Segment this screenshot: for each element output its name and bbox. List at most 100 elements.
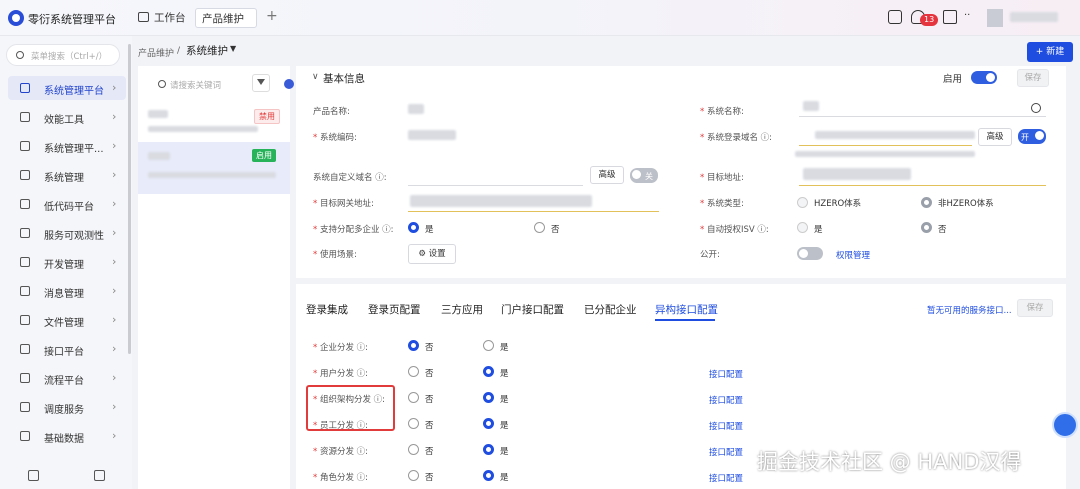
menu-icon	[20, 257, 30, 267]
sidebar-scrollbar[interactable]	[128, 44, 131, 354]
multi-tenant-no-radio[interactable]	[534, 222, 545, 233]
distribution-yes-label: 是	[500, 473, 509, 483]
interface-config-link[interactable]: 接口配置	[709, 368, 743, 380]
distribution-yes-radio[interactable]	[483, 418, 494, 429]
list-item[interactable]: 禁用	[138, 104, 290, 138]
public-toggle[interactable]	[797, 247, 823, 260]
collapse-panel-icon[interactable]	[284, 79, 294, 89]
list-item[interactable]: 启用	[138, 142, 290, 194]
breadcrumb-parent[interactable]: 产品维护	[138, 46, 174, 59]
system-name-value	[803, 101, 819, 111]
distribution-label: * 用户分发 ⓘ:	[313, 369, 369, 379]
tab-assigned-enterprise[interactable]: 已分配企业	[584, 302, 637, 317]
tab-login-integration[interactable]: 登录集成	[306, 302, 348, 317]
tab-login-page[interactable]: 登录页配置	[368, 302, 421, 317]
distribution-no-radio[interactable]	[408, 418, 419, 429]
interface-config-link[interactable]: 接口配置	[709, 472, 743, 484]
distribution-yes-radio[interactable]	[483, 392, 494, 403]
menu-icon	[20, 315, 30, 325]
theme-icon[interactable]	[943, 10, 957, 24]
login-domain-hint	[795, 151, 975, 157]
sidebar-item-low-code[interactable]: 低代码平台 ›	[8, 192, 126, 216]
config-save-button[interactable]: 保存	[1017, 299, 1053, 317]
sidebar-item-system-platform[interactable]: 系统管理平台 ›	[8, 76, 126, 100]
distribution-no-radio[interactable]	[408, 470, 419, 481]
login-domain-value	[815, 131, 975, 139]
distribution-yes-radio[interactable]	[483, 366, 494, 377]
custom-domain-input[interactable]	[408, 185, 583, 186]
filter-icon[interactable]	[252, 74, 270, 92]
list-search-input[interactable]: 请搜索关键词	[152, 74, 252, 94]
system-name-input[interactable]	[799, 116, 1046, 117]
system-type-hzero-radio[interactable]	[797, 197, 808, 208]
distribution-no-radio[interactable]	[408, 340, 419, 351]
login-domain-input[interactable]	[799, 145, 972, 146]
advanced-button[interactable]: 高级	[978, 128, 1012, 146]
document-icon[interactable]	[94, 470, 105, 481]
add-tab-icon[interactable]: +	[266, 8, 278, 24]
breadcrumb-current[interactable]: 系统维护	[186, 43, 228, 58]
sidebar-item-dev-management[interactable]: 开发管理 ›	[8, 250, 126, 274]
active-tab-indicator	[655, 319, 715, 321]
auto-isv-no-radio[interactable]	[921, 222, 932, 233]
permission-link[interactable]: 权限管理	[836, 249, 870, 261]
sidebar-item-interface[interactable]: 接口平台 ›	[8, 337, 126, 361]
auto-isv-yes-radio[interactable]	[797, 222, 808, 233]
chevron-down-icon[interactable]: ∨	[312, 72, 319, 82]
settings-button[interactable]: ⚙ 设置	[408, 244, 456, 264]
system-code-value	[408, 130, 456, 140]
caret-down-icon[interactable]: ▼	[230, 44, 236, 53]
multi-tenant-no-label: 否	[551, 225, 560, 235]
sidebar-item-base-data[interactable]: 基础数据 ›	[8, 424, 126, 448]
distribution-yes-label: 是	[500, 395, 509, 405]
tab-third-party[interactable]: 三方应用	[441, 302, 483, 317]
interface-config-link[interactable]: 接口配置	[709, 420, 743, 432]
home-icon[interactable]	[888, 10, 902, 24]
distribution-yes-radio[interactable]	[483, 340, 494, 351]
sidebar-item-observability[interactable]: 服务可观测性 ›	[8, 221, 126, 245]
sidebar-item-message[interactable]: 消息管理 ›	[8, 279, 126, 303]
multi-tenant-yes-label: 是	[425, 225, 434, 235]
tab-product-maintenance[interactable]: 产品维护	[195, 8, 257, 28]
more-icon[interactable]: ··	[964, 10, 970, 21]
tab-portal-interface[interactable]: 门户接口配置	[501, 302, 564, 317]
product-name-value	[408, 104, 424, 114]
sidebar-item-system-platform-2[interactable]: 系统管理平... ›	[8, 134, 126, 158]
chevron-right-icon: ›	[112, 139, 117, 152]
sidebar-item-workflow[interactable]: 流程平台 ›	[8, 366, 126, 390]
gateway-url-input[interactable]	[408, 211, 659, 212]
distribution-yes-radio[interactable]	[483, 444, 494, 455]
tab-heterogeneous-interface[interactable]: 异构接口配置	[655, 302, 718, 317]
custom-domain-advanced-button[interactable]: 高级	[590, 166, 624, 184]
sidebar-item-efficiency[interactable]: 效能工具 ›	[8, 105, 126, 129]
help-button-icon[interactable]	[1052, 412, 1078, 438]
distribution-yes-radio[interactable]	[483, 470, 494, 481]
distribution-no-radio[interactable]	[408, 366, 419, 377]
enable-toggle[interactable]	[971, 71, 997, 84]
sidebar-item-label: 调度服务	[44, 405, 84, 416]
tab-workbench[interactable]: 工作台	[154, 8, 186, 28]
target-url-input[interactable]	[799, 185, 1046, 186]
sidebar-item-file[interactable]: 文件管理 ›	[8, 308, 126, 332]
basic-info-title: 基本信息	[323, 73, 365, 85]
distribution-no-radio[interactable]	[408, 444, 419, 455]
unavailable-services-link[interactable]: 暂无可用的服务接口...	[927, 304, 1012, 316]
interface-config-link[interactable]: 接口配置	[709, 394, 743, 406]
system-type-non-hzero-radio[interactable]	[921, 197, 932, 208]
multi-tenant-yes-radio[interactable]	[408, 222, 419, 233]
custom-domain-toggle[interactable]	[630, 168, 658, 183]
interface-config-link[interactable]: 接口配置	[709, 446, 743, 458]
collapse-menu-icon[interactable]	[28, 470, 39, 481]
save-button[interactable]: 保存	[1017, 69, 1049, 87]
sidebar-item-scheduler[interactable]: 调度服务 ›	[8, 395, 126, 419]
menu-search-input[interactable]: 菜单搜索（Ctrl+/）	[6, 44, 120, 66]
sidebar-item-system-management[interactable]: 系统管理 ›	[8, 163, 126, 187]
distribution-no-radio[interactable]	[408, 392, 419, 403]
target-url-value	[803, 168, 911, 180]
avatar[interactable]	[987, 9, 1003, 27]
enable-label: 启用	[943, 74, 963, 85]
sidebar-item-label: 服务可观测性	[44, 231, 104, 242]
new-button[interactable]: + 新建	[1027, 42, 1073, 62]
globe-icon[interactable]	[1031, 103, 1041, 113]
chevron-right-icon: ›	[112, 81, 117, 94]
